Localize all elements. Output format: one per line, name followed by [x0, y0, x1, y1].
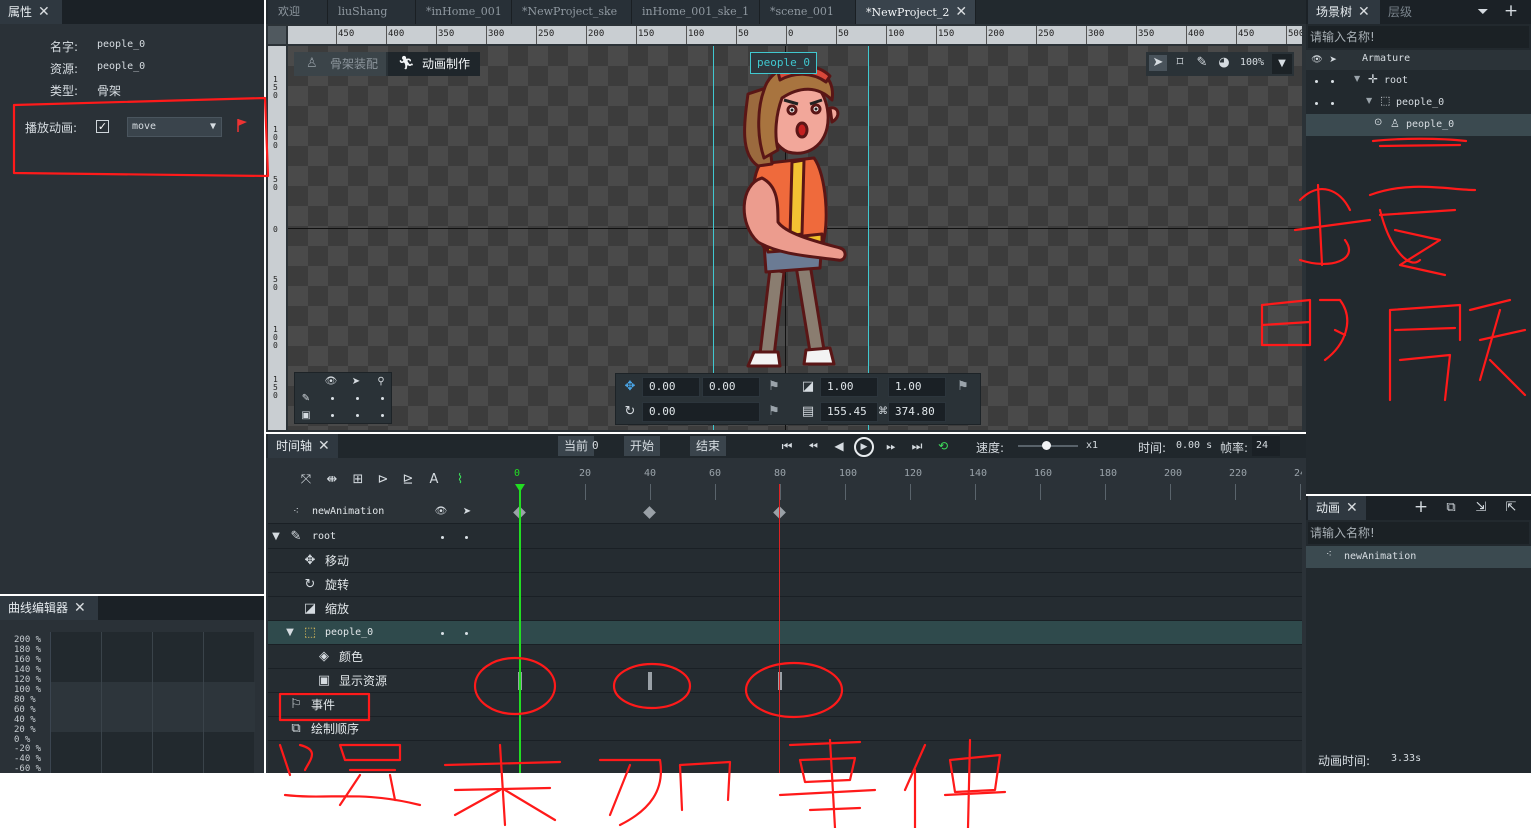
hand-annotations — [12, 96, 1527, 828]
